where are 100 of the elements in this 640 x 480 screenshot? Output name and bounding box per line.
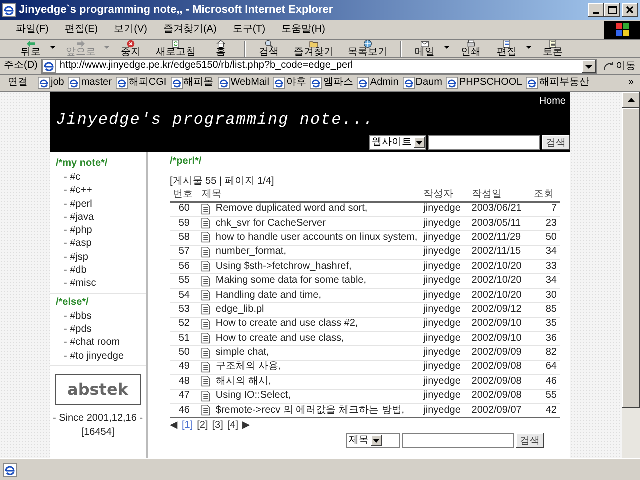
menu-item[interactable]: 즐겨찾기(A) <box>155 24 225 36</box>
toolbar-button[interactable]: 중지 <box>114 40 148 57</box>
link[interactable]: 해피몰 <box>170 77 214 89</box>
post-title[interactable]: $remote->recv 의 에러값을 체크하는 방법, <box>212 403 421 418</box>
search-field[interactable] <box>402 433 514 448</box>
sidebar-link[interactable]: - #to jinyedge <box>50 350 146 363</box>
post-author: jinyedge <box>420 245 469 260</box>
column-header: 조회 <box>531 188 560 202</box>
scroll-thumb[interactable] <box>622 108 640 408</box>
page-link[interactable]: [4] <box>227 420 238 432</box>
toolbar-button[interactable]: 홈 <box>204 40 238 57</box>
scroll-up-button[interactable] <box>622 92 640 108</box>
toolbar-button[interactable]: 즐겨찾기 <box>288 40 340 57</box>
sidebar-link[interactable]: - #perl <box>50 198 146 211</box>
post-title[interactable]: chk_svr for CacheServer <box>212 216 421 231</box>
document-icon <box>200 318 211 330</box>
toolbar-button[interactable]: 뒤로 <box>14 40 48 57</box>
post-author: jinyedge <box>420 274 469 288</box>
home-icon <box>214 40 228 48</box>
next-page-button[interactable]: ▶ <box>242 420 250 432</box>
toolbar-button[interactable]: 토론 <box>536 40 570 57</box>
post-title[interactable]: Remove duplicated word and sort, <box>212 202 421 216</box>
sidebar-link[interactable]: - #asp <box>50 237 146 251</box>
address-field[interactable]: http://www.jinyedge.pe.kr/edge5150/rb/list.php?b_code=edge_perl <box>40 58 597 74</box>
sidebar-link[interactable]: - #db <box>50 264 146 278</box>
post-title[interactable]: How to create and use class #2, <box>212 317 421 332</box>
post-title[interactable]: how to handle user accounts on linux system, <box>212 230 421 246</box>
sidebar-link[interactable]: - #pds <box>50 322 146 336</box>
page-link[interactable]: [1] <box>182 420 194 432</box>
post-hits: 42 <box>531 403 560 418</box>
link[interactable]: 야후 <box>273 77 306 89</box>
field-select[interactable]: 제목 <box>346 433 400 448</box>
post-hits: 23 <box>531 216 560 231</box>
post-author: jinyedge <box>420 230 469 246</box>
scrollbar[interactable] <box>622 92 640 458</box>
toolbar-button[interactable]: 목록보기 <box>342 40 394 57</box>
minimize-button[interactable] <box>588 3 604 17</box>
post-title[interactable]: Handling date and time, <box>212 288 421 303</box>
link[interactable]: 해피부동산 <box>526 77 590 89</box>
sidebar-link[interactable]: - #java <box>50 210 146 224</box>
post-title[interactable]: simple chat, <box>212 346 421 360</box>
page-icon <box>38 77 50 89</box>
column-header: 번호 <box>170 188 199 202</box>
link[interactable]: master <box>68 77 112 89</box>
page-link[interactable]: [3] <box>212 420 224 432</box>
post-author: jinyedge <box>420 389 469 404</box>
toolbar-button[interactable]: 메일 <box>408 40 442 57</box>
sidebar-link[interactable]: - #chat room <box>50 336 146 350</box>
more-button[interactable]: » <box>628 77 640 89</box>
link[interactable]: 엠파스 <box>310 77 354 89</box>
post-hits: 30 <box>531 288 560 303</box>
sidebar-link[interactable]: - #c <box>50 171 146 184</box>
close-button[interactable] <box>622 3 638 17</box>
post-number: 53 <box>170 302 199 318</box>
link[interactable]: PHPSCHOOL <box>446 77 522 89</box>
post-title[interactable]: How to create and use class, <box>212 332 421 346</box>
post-title[interactable]: Making some data for some table, <box>212 274 421 288</box>
post-author: jinyedge <box>420 216 469 231</box>
page-icon <box>310 77 322 89</box>
page-link[interactable]: [2] <box>197 420 208 432</box>
menu-item[interactable]: 도움말(H) <box>274 24 334 36</box>
menu-item[interactable]: 보기(V) <box>106 24 156 36</box>
toolbar-button[interactable]: 새로고침 <box>150 40 202 57</box>
sidebar-link[interactable]: - #jsp <box>50 250 146 264</box>
link[interactable]: 해피CGI <box>116 77 167 89</box>
link[interactable]: Daum <box>402 77 442 89</box>
maximize-button[interactable] <box>604 3 620 17</box>
search-field[interactable] <box>428 135 540 150</box>
post-title[interactable]: number_format, <box>212 245 421 260</box>
menu-item[interactable]: 파일(F) <box>8 24 57 36</box>
go-button[interactable]: 이동 <box>600 59 640 73</box>
sidebar-link[interactable]: - #bbs <box>50 310 146 323</box>
toolbar-button[interactable]: 인쇄 <box>454 40 488 57</box>
home-link[interactable]: Home <box>539 96 566 108</box>
post-date: 2002/09/08 <box>468 360 532 375</box>
page-icon <box>402 77 415 89</box>
link[interactable]: Admin <box>357 77 399 89</box>
link[interactable]: job <box>38 77 64 89</box>
post-title[interactable]: Using IO::Select, <box>212 389 421 404</box>
post-title[interactable]: edge_lib.pl <box>212 302 421 318</box>
links-label: 연결 <box>8 77 29 89</box>
post-title[interactable]: Using $sth->fetchrow_hashref, <box>212 260 421 274</box>
previous-page-button[interactable]: ◀ <box>170 420 178 432</box>
post-title[interactable]: 해시의 해시, <box>212 374 421 390</box>
sidebar-link[interactable]: - #misc <box>50 277 146 291</box>
toolbar-button[interactable]: 편집 <box>490 40 524 57</box>
post-title[interactable]: 구조체의 사용, <box>212 360 421 375</box>
scope-select[interactable]: 웹사이트 <box>369 135 426 150</box>
search-button[interactable]: 검색 <box>542 135 570 150</box>
search-button[interactable]: 검색 <box>516 433 544 448</box>
document-icon <box>200 362 211 373</box>
document-icon <box>200 376 211 388</box>
sidebar-link[interactable]: - #c++ <box>50 184 146 198</box>
close-icon <box>626 6 634 14</box>
sidebar-link[interactable]: - #php <box>50 224 146 238</box>
post-date: 2002/09/08 <box>468 389 532 404</box>
menu-item[interactable]: 도구(T) <box>224 24 274 36</box>
menu-item[interactable]: 편집(E) <box>56 24 106 36</box>
link[interactable]: WebMail <box>218 77 270 89</box>
toolbar-button[interactable]: 검색 <box>252 40 286 57</box>
